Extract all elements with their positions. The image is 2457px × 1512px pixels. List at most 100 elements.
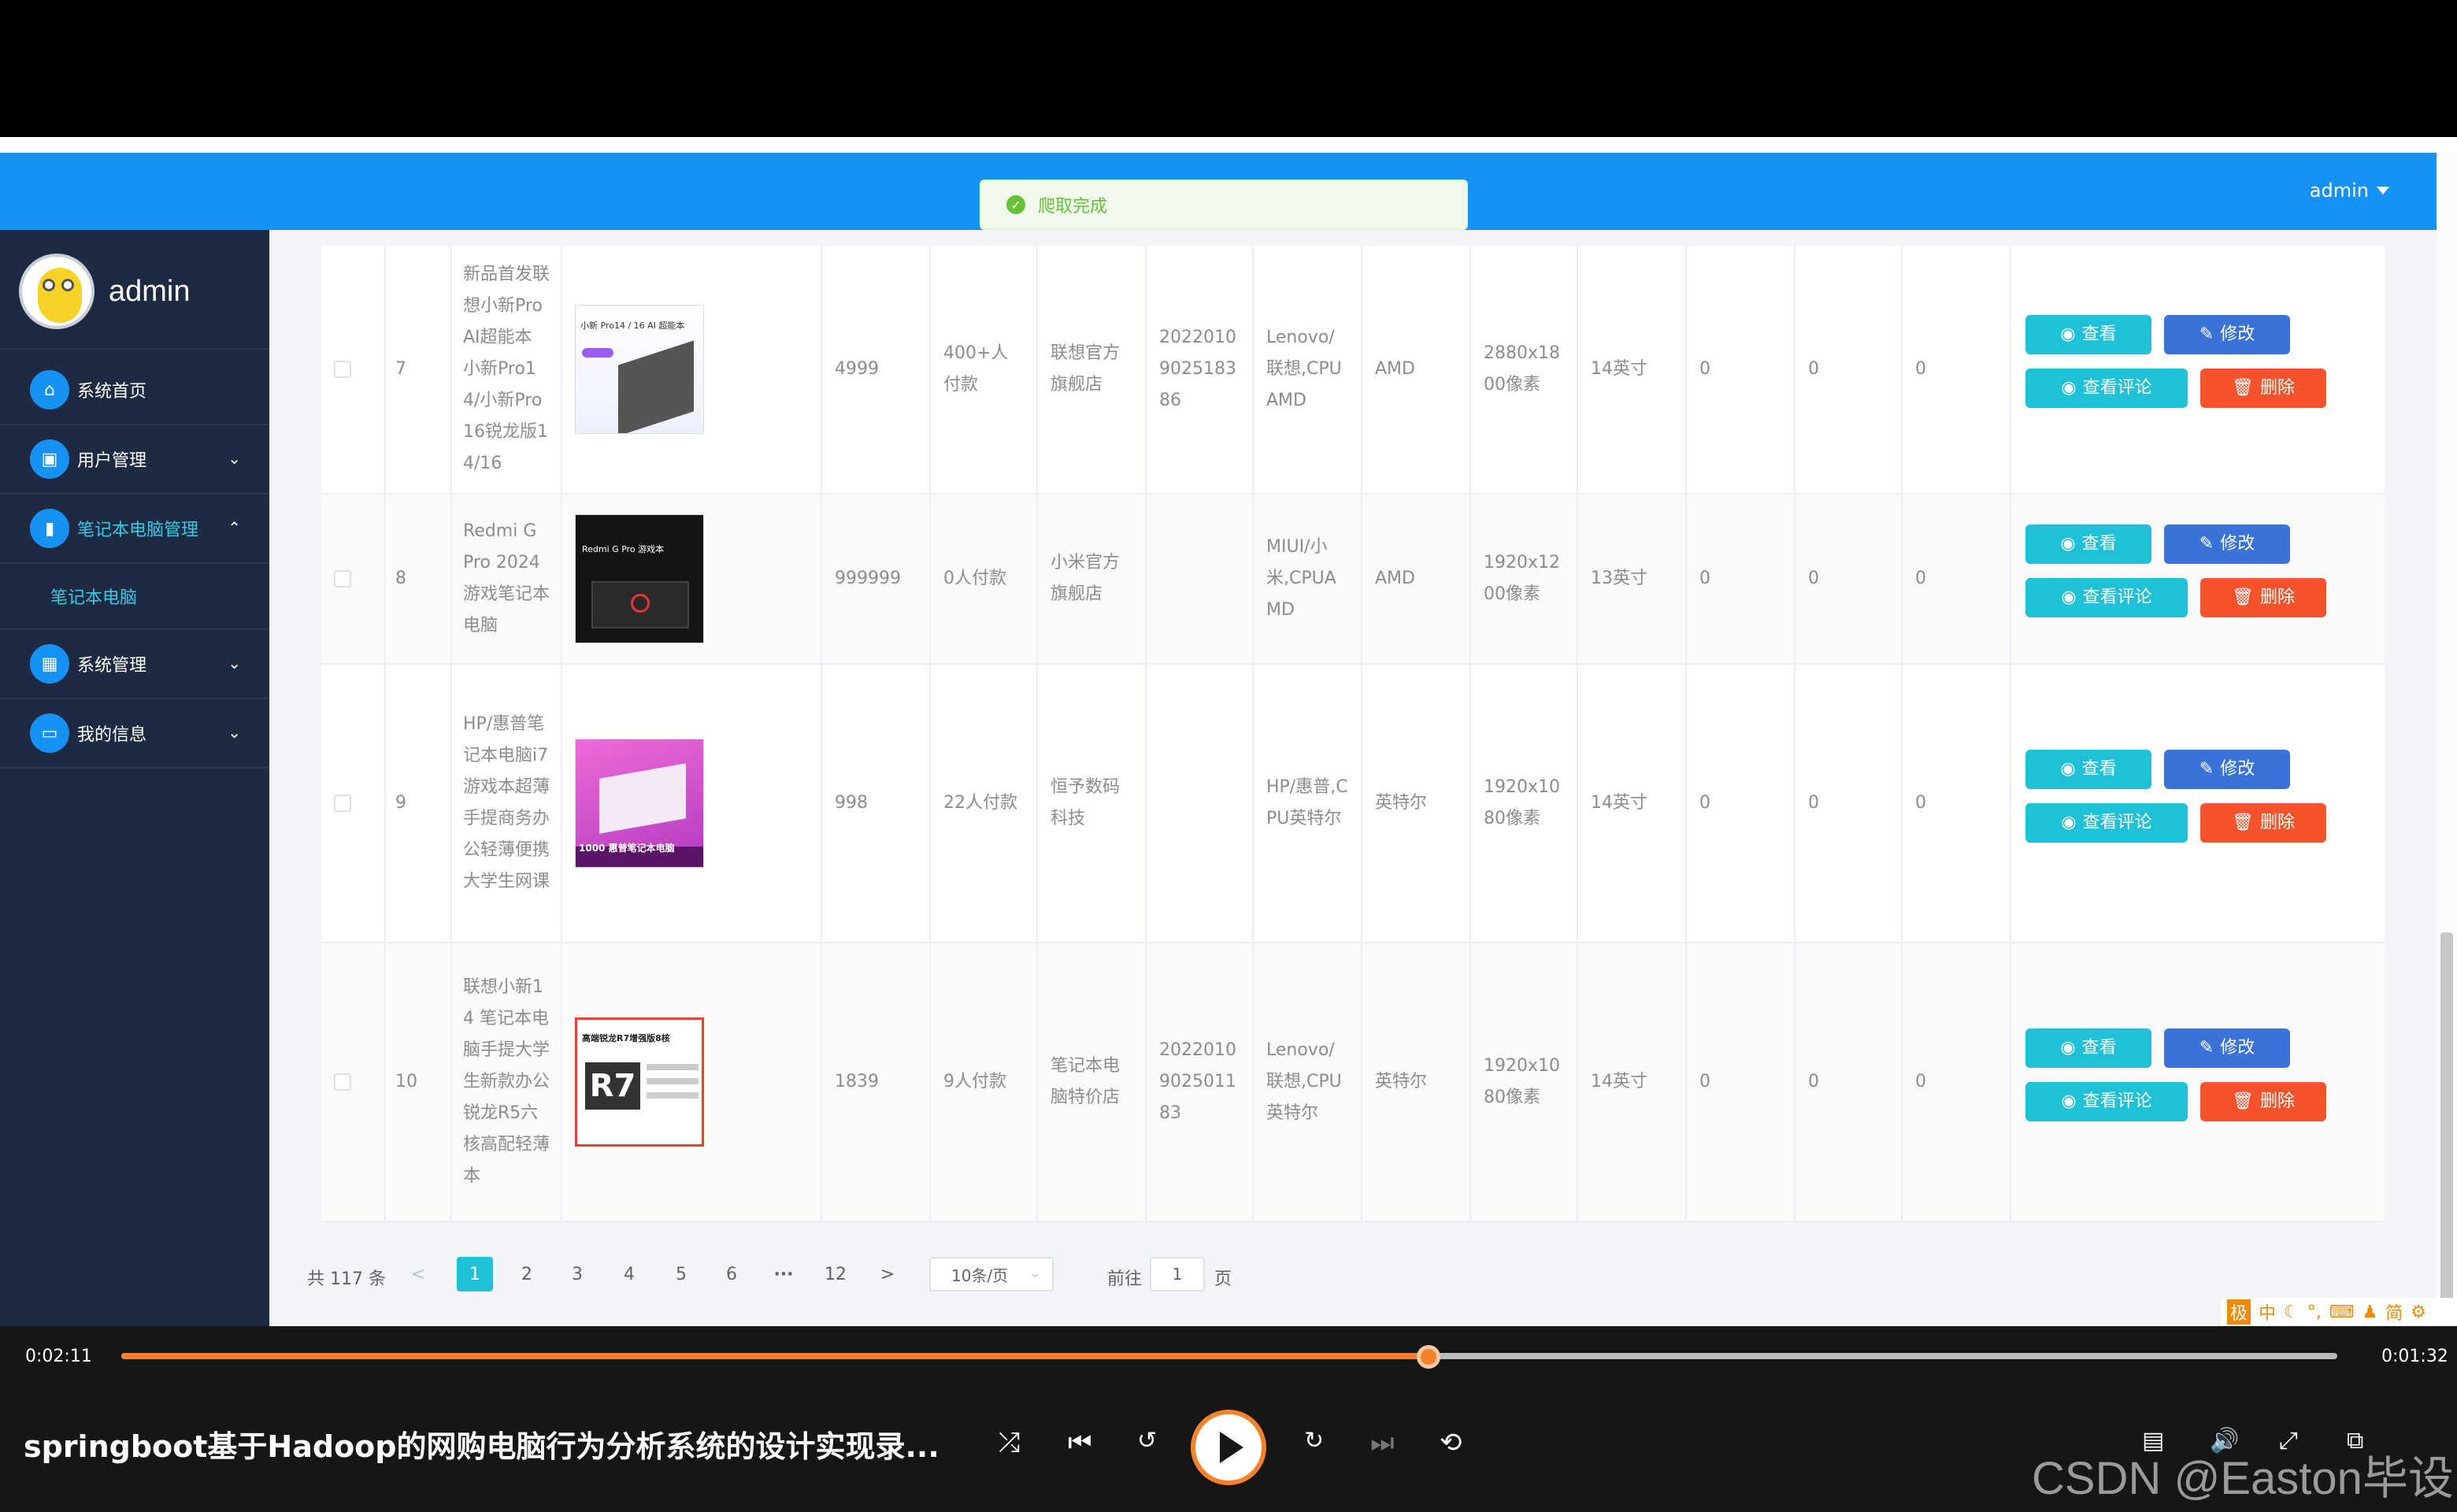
user-icon: ▣ — [30, 439, 69, 479]
row-brand: Lenovo/联想,CPU英特尔 — [1266, 1040, 1342, 1123]
prev-page-button[interactable]: < — [400, 1257, 436, 1292]
next-page-button[interactable]: > — [869, 1257, 906, 1292]
goto-page-input[interactable]: 1 — [1150, 1257, 1205, 1292]
trash-icon: 🗑 — [2232, 378, 2254, 398]
product-image: 小新 Pro14 / 16 AI 超能本 — [575, 305, 704, 434]
row-size: 14英寸 — [1591, 359, 1647, 379]
row-size: 13英寸 — [1591, 569, 1647, 588]
page-3[interactable]: 3 — [559, 1257, 595, 1292]
row-count: 0 — [1915, 359, 1926, 379]
delete-button[interactable]: 🗑 删除 — [2200, 1082, 2326, 1121]
view-button[interactable]: ◉ 查看 — [2025, 315, 2151, 354]
row-cpu: AMD — [1375, 569, 1415, 588]
edit-button[interactable]: ✎ 修改 — [2164, 750, 2290, 789]
page-scrollbar[interactable] — [2437, 153, 2457, 1326]
row-brand: Lenovo/联想,CPU AMD — [1266, 328, 1342, 410]
chevron-down-icon: ⌄ — [1028, 1265, 1041, 1281]
view-button[interactable]: ◉ 查看 — [2025, 524, 2151, 564]
gear-icon: ⚙ — [2411, 1302, 2427, 1322]
total-count: 共 117 条 — [307, 1269, 386, 1289]
page-4[interactable]: 4 — [611, 1257, 647, 1292]
row-count: 0 — [1915, 569, 1926, 588]
row-checkbox[interactable] — [334, 570, 351, 587]
trash-icon: 🗑 — [2232, 813, 2254, 832]
table-row: 8 Redmi G Pro 2024 游戏笔记本电脑 Redmi G Pro 游… — [321, 495, 2385, 665]
row-checkbox[interactable] — [334, 795, 351, 812]
delete-button[interactable]: 🗑 删除 — [2200, 369, 2326, 408]
sidebar-subitem-laptops[interactable]: 笔记本电脑 — [0, 564, 269, 630]
edit-button[interactable]: ✎ 修改 — [2164, 524, 2290, 564]
page-5[interactable]: 5 — [663, 1257, 699, 1292]
table-row: 7 新品首发联想小新Pro AI超能本 小新Pro14/小新Pro16锐龙版14… — [321, 246, 2385, 495]
edit-button[interactable]: ✎ 修改 — [2164, 1028, 2290, 1068]
sidebar-item-users[interactable]: ▣ 用户管理 ⌄ — [0, 425, 269, 495]
rewind-10-icon[interactable]: ↺ — [1137, 1427, 1157, 1455]
row-buyers: 9人付款 — [943, 1072, 1006, 1091]
delete-button[interactable]: 🗑 删除 — [2200, 578, 2326, 617]
edit-button[interactable]: ✎ 修改 — [2164, 315, 2290, 354]
row-cpu: 英特尔 — [1375, 793, 1428, 813]
progress-track[interactable] — [121, 1345, 2337, 1369]
more-pages-button[interactable]: ··· — [765, 1257, 802, 1292]
sidebar-item-laptop-management[interactable]: ▮ 笔记本电脑管理 ⌃ — [0, 495, 269, 564]
avatar — [19, 254, 94, 329]
check-circle-icon: ✓ — [1006, 195, 1025, 214]
row-actions: ◉ 查看 ✎ 修改 ◉ 查看评论 🗑 删除 — [2011, 665, 2385, 942]
row-brand: MIUI/小米,CPUAMD — [1266, 537, 1336, 620]
ime-simplified-toggle[interactable]: 简 — [2385, 1299, 2403, 1325]
row-checkbox[interactable] — [334, 361, 351, 378]
ime-logo-icon: 极 — [2227, 1299, 2251, 1325]
loop-off-icon[interactable]: ⟲ — [1440, 1427, 1462, 1458]
row-count: 0 — [1808, 793, 1819, 813]
row-size: 14英寸 — [1591, 793, 1647, 813]
view-comments-button[interactable]: ◉ 查看评论 — [2025, 369, 2188, 408]
play-button[interactable] — [1191, 1410, 1266, 1485]
row-actions: ◉ 查看 ✎ 修改 ◉ 查看评论 🗑 删除 — [2011, 943, 2385, 1221]
row-brand: HP/惠普,CPU英特尔 — [1266, 777, 1348, 828]
sidebar-brand: admin — [19, 254, 191, 329]
view-button[interactable]: ◉ 查看 — [2025, 750, 2151, 789]
shuffle-icon[interactable]: ⤮ — [999, 1427, 1020, 1458]
delete-button[interactable]: 🗑 删除 — [2200, 803, 2326, 843]
progress-knob[interactable] — [1417, 1345, 1441, 1369]
page-6[interactable]: 6 — [713, 1257, 750, 1292]
sidebar-item-label: 用户管理 — [77, 451, 147, 471]
page-size-select[interactable]: 10条/页 ⌄ — [929, 1257, 1054, 1292]
row-shop: 笔记本电脑特价店 — [1051, 1056, 1121, 1107]
eye-icon: ◉ — [2060, 1038, 2076, 1058]
page-2[interactable]: 2 — [509, 1257, 545, 1292]
row-cpu: AMD — [1375, 359, 1415, 379]
skip-previous-icon[interactable]: ⏮ — [1068, 1427, 1092, 1458]
page-1[interactable]: 1 — [457, 1257, 493, 1292]
view-comments-button[interactable]: ◉ 查看评论 — [2025, 803, 2188, 843]
row-actions: ◉ 查看 ✎ 修改 ◉ 查看评论 🗑 删除 — [2011, 495, 2385, 663]
pen-icon: ✎ — [2199, 1038, 2214, 1058]
row-shop: 恒予数码科技 — [1051, 777, 1121, 828]
view-button[interactable]: ◉ 查看 — [2025, 1028, 2151, 1068]
row-price: 999999 — [835, 569, 901, 588]
row-actions: ◉ 查看 ✎ 修改 ◉ 查看评论 🗑 删除 — [2011, 246, 2385, 493]
card-icon: ▭ — [30, 713, 69, 753]
sidebar-item-profile[interactable]: ▭ 我的信息 ⌄ — [0, 699, 269, 769]
eye-icon: ◉ — [2060, 534, 2076, 554]
pagination: 共 117 条 < 1 2 3 4 5 6 ··· 12 > 10条/页 ⌄ 前… — [307, 1257, 1299, 1295]
view-comments-button[interactable]: ◉ 查看评论 — [2025, 1082, 2188, 1121]
row-price: 998 — [835, 793, 868, 813]
page-12[interactable]: 12 — [817, 1257, 854, 1292]
skip-next-icon[interactable]: ⏭ — [1370, 1427, 1395, 1458]
goto-suffix: 页 — [1214, 1269, 1232, 1289]
user-dropdown[interactable]: admin — [2310, 180, 2389, 202]
moon-icon: ☾ — [2284, 1302, 2300, 1322]
forward-30-icon[interactable]: ↻ — [1304, 1427, 1324, 1455]
ime-language-toggle[interactable]: 中 — [2259, 1299, 2276, 1325]
ime-toolbar[interactable]: 极 中 ☾ °, ⌨ ♟ 简 ⚙ — [2221, 1298, 2457, 1326]
scrollbar-thumb[interactable] — [2440, 932, 2453, 1303]
view-comments-button[interactable]: ◉ 查看评论 — [2025, 578, 2188, 617]
row-checkbox[interactable] — [334, 1073, 351, 1091]
sidebar-item-system[interactable]: ▦ 系统管理 ⌄ — [0, 630, 269, 699]
row-title: 联想小新14 笔记本电脑手提大学生新款办公锐龙R5六核高配轻薄本 — [463, 977, 550, 1186]
sidebar-item-home[interactable]: ⌂ 系统首页 — [0, 356, 269, 425]
row-count: 0 — [1699, 569, 1710, 588]
user-icon: ♟ — [2362, 1302, 2378, 1322]
row-price: 4999 — [835, 359, 879, 379]
